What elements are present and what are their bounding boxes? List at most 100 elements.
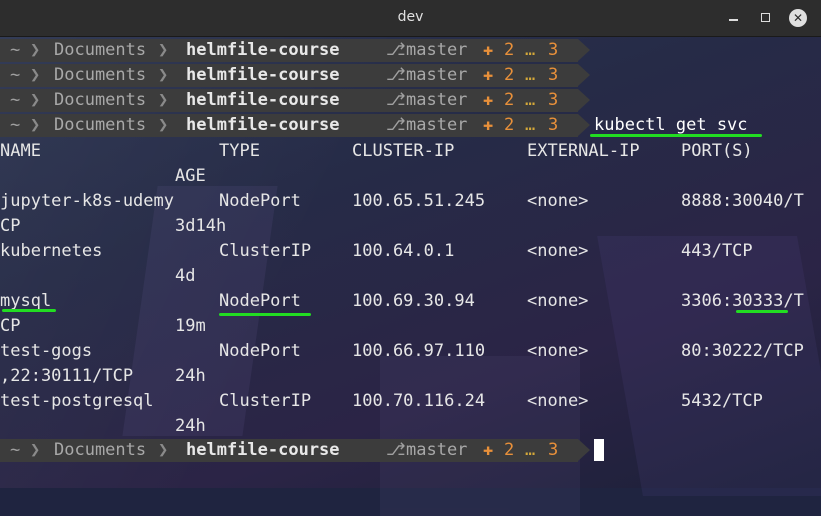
git-untracked-count: 3 — [548, 90, 559, 110]
git-branch-icon: ⎇ — [386, 40, 406, 60]
row-ports: 443/TCP — [681, 241, 753, 261]
wallpaper-shape — [597, 236, 821, 496]
chevron-right-icon: ❯ — [30, 90, 41, 110]
path-segment-documents: Documents — [54, 115, 147, 135]
prompt-end-arrow — [578, 39, 590, 61]
row-ports-wrap: ,22:30111/TCP — [0, 366, 134, 386]
row-cluster-ip: 100.65.51.245 — [352, 191, 486, 211]
chevron-right-icon: ❯ — [158, 115, 169, 135]
path-segment-repo: helmfile-course — [186, 65, 340, 85]
git-untracked-icon: … — [525, 115, 536, 135]
row-ports-wrap: CP — [0, 216, 21, 236]
home-tilde: ~ — [10, 65, 21, 85]
git-untracked-icon: … — [525, 440, 536, 460]
row-name: jupyter-k8s-udemy — [0, 191, 174, 211]
prompt-end-arrow — [578, 439, 590, 461]
git-branch-name: master — [406, 40, 468, 60]
git-staged-icon: ✚ — [483, 440, 494, 460]
minimize-icon — [728, 18, 738, 21]
shell-prompt: ~ ❯ Documents ❯ helmfile-course ⎇ master ✚ 2 … 3 — [0, 439, 590, 462]
row-name: test-gogs — [0, 341, 93, 361]
window-titlebar[interactable]: dev ✕ — [0, 0, 821, 37]
row-age: 24h — [175, 366, 206, 386]
row-external-ip: <none> — [527, 191, 589, 211]
row-age: 3d14h — [175, 216, 227, 236]
home-tilde: ~ — [10, 90, 21, 110]
home-tilde: ~ — [10, 40, 21, 60]
header-age: AGE — [175, 166, 206, 186]
git-staged-icon: ✚ — [483, 65, 494, 85]
row-external-ip: <none> — [527, 391, 589, 411]
git-staged-count: 2 — [504, 90, 515, 110]
mysql-name-highlight — [2, 309, 56, 312]
row-age: 4d — [175, 266, 196, 286]
chevron-right-icon: ❯ — [30, 115, 41, 135]
shell-prompt: ~ ❯ Documents ❯ helmfile-course ⎇ master ✚ 2 … 3 — [0, 64, 590, 87]
path-segment-documents: Documents — [54, 440, 147, 460]
chevron-right-icon: ❯ — [30, 40, 41, 60]
terminal-cursor[interactable] — [594, 439, 604, 461]
chevron-right-icon: ❯ — [30, 440, 41, 460]
row-cluster-ip: 100.64.0.1 — [352, 241, 455, 261]
git-staged-count: 2 — [504, 440, 515, 460]
git-branch-name: master — [406, 90, 468, 110]
row-cluster-ip: 100.69.30.94 — [352, 291, 475, 311]
command-highlight — [590, 134, 762, 137]
git-branch-icon: ⎇ — [386, 115, 406, 135]
row-name: kubernetes — [0, 241, 103, 261]
row-name: test-postgresql — [0, 391, 154, 411]
chevron-right-icon: ❯ — [158, 440, 169, 460]
row-type: ClusterIP — [219, 391, 312, 411]
prompt-end-arrow — [578, 89, 590, 111]
row-external-ip: <none> — [527, 241, 589, 261]
header-external-ip: EXTERNAL-IP — [527, 141, 640, 161]
minimize-button[interactable] — [724, 9, 742, 27]
row-external-ip: <none> — [527, 291, 589, 311]
git-untracked-icon: … — [525, 40, 536, 60]
path-segment-documents: Documents — [54, 65, 147, 85]
git-untracked-count: 3 — [548, 40, 559, 60]
nodeport-highlight — [219, 313, 311, 316]
port-highlight — [736, 310, 788, 313]
close-button[interactable]: ✕ — [789, 9, 807, 27]
row-ports: 5432/TCP — [681, 391, 763, 411]
window-title: dev — [397, 9, 424, 25]
prompt-end-arrow — [578, 64, 590, 86]
path-segment-repo: helmfile-course — [186, 90, 340, 110]
path-segment-documents: Documents — [54, 90, 147, 110]
shell-prompt: ~ ❯ Documents ❯ helmfile-course ⎇ master ✚ 2 … 3 — [0, 39, 590, 62]
wallpaper-shape — [380, 356, 580, 516]
shell-prompt: ~ ❯ Documents ❯ helmfile-course ⎇ master ✚ 2 … 3 — [0, 114, 590, 137]
git-staged-count: 2 — [504, 115, 515, 135]
header-type: TYPE — [219, 141, 260, 161]
header-name: NAME — [0, 141, 41, 161]
maximize-button[interactable] — [756, 9, 774, 27]
git-staged-icon: ✚ — [483, 40, 494, 60]
git-untracked-count: 3 — [548, 65, 559, 85]
header-cluster-ip: CLUSTER-IP — [352, 141, 455, 161]
git-untracked-count: 3 — [548, 440, 559, 460]
row-type: NodePort — [219, 341, 301, 361]
git-staged-count: 2 — [504, 65, 515, 85]
row-type: NodePort — [219, 291, 301, 311]
git-staged-icon: ✚ — [483, 90, 494, 110]
close-icon: ✕ — [792, 11, 804, 25]
path-segment-repo: helmfile-course — [186, 115, 340, 135]
git-staged-icon: ✚ — [483, 115, 494, 135]
home-tilde: ~ — [10, 115, 21, 135]
git-untracked-count: 3 — [548, 115, 559, 135]
chevron-right-icon: ❯ — [158, 40, 169, 60]
git-untracked-icon: … — [525, 90, 536, 110]
path-segment-repo: helmfile-course — [186, 440, 340, 460]
row-ports-wrap: CP — [0, 316, 21, 336]
path-segment-repo: helmfile-course — [186, 40, 340, 60]
maximize-icon — [760, 13, 770, 22]
home-tilde: ~ — [10, 440, 21, 460]
git-staged-count: 2 — [504, 40, 515, 60]
row-cluster-ip: 100.70.116.24 — [352, 391, 486, 411]
git-branch-name: master — [406, 65, 468, 85]
row-type: ClusterIP — [219, 241, 312, 261]
row-ports: 8888:30040/T — [681, 191, 804, 211]
row-ports: 80:30222/TCP — [681, 341, 804, 361]
git-branch-name: master — [406, 115, 468, 135]
